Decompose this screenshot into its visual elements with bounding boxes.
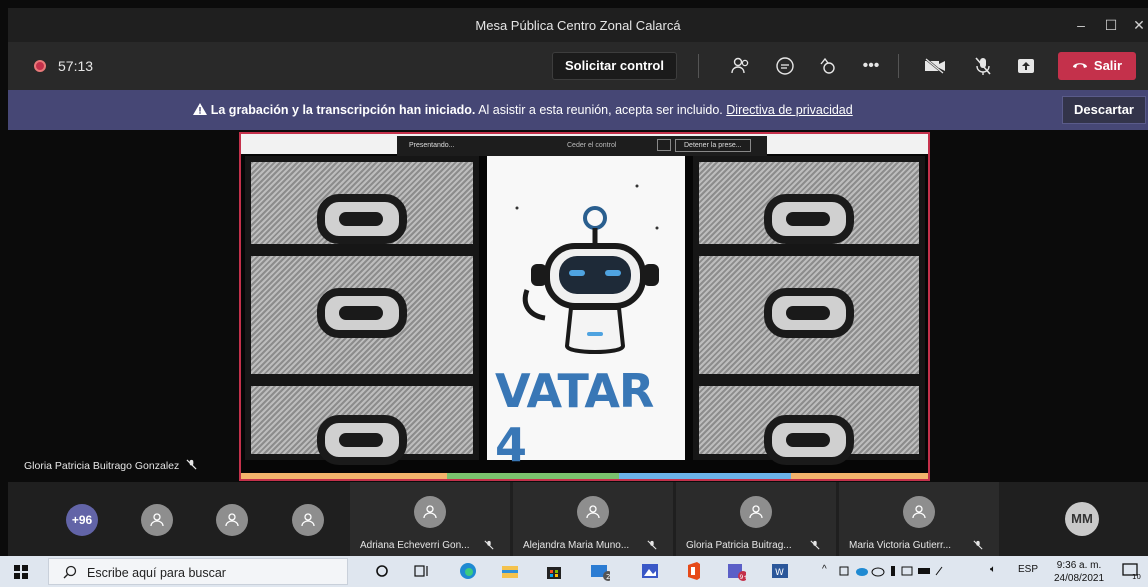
file-explorer-icon[interactable]	[500, 561, 520, 581]
windows-taskbar: Escribe aquí para buscar 2 9+ W ^ 🔈︎ ESP…	[0, 556, 1148, 587]
mail-icon[interactable]: 2	[590, 561, 610, 581]
participant-avatar	[740, 496, 772, 528]
slide-thumbnail	[693, 156, 925, 250]
participant-initials-avatar[interactable]: MM	[1065, 502, 1099, 536]
participant-tile[interactable]: Alejandra Maria Muno...	[513, 482, 673, 556]
meeting-timer: 57:13	[58, 58, 94, 74]
slide-thumbnail	[245, 156, 479, 250]
participants-strip: +96 Adriana Echeverri Gon... Alejandra M…	[8, 482, 1148, 556]
participant-avatar[interactable]	[216, 504, 248, 536]
participant-avatar[interactable]	[141, 504, 173, 536]
presenting-label: Presentando...	[409, 142, 455, 149]
give-control-dropdown: Ceder el control	[567, 142, 617, 149]
taskbar-search[interactable]: Escribe aquí para buscar	[48, 558, 348, 585]
stop-presenting-button: Detener la prese...	[675, 139, 751, 152]
toolbar-divider	[898, 54, 899, 78]
presenter-toolbar: Presentando... Ceder el control Detener …	[397, 136, 767, 156]
minimize-icon[interactable]: –	[1070, 14, 1092, 36]
clock-time: 9:36 a. m.	[1056, 560, 1102, 571]
robot-logo	[515, 184, 659, 354]
mic-muted-icon	[647, 540, 657, 550]
dismiss-button[interactable]: Descartar	[1062, 96, 1146, 124]
avatar-slide: VATAR 4	[487, 156, 685, 472]
notification-count: 10	[1132, 573, 1141, 580]
clock-date: 24/08/2021	[1054, 573, 1105, 584]
slide-thumbnail	[693, 380, 925, 466]
warning-icon	[193, 103, 210, 117]
participant-name: Maria Victoria Gutierr...	[849, 540, 952, 551]
participant-name: Gloria Patricia Buitrag...	[686, 540, 792, 551]
close-icon[interactable]: ✕	[1128, 14, 1148, 36]
participant-avatar	[414, 496, 446, 528]
office-icon[interactable]	[684, 561, 704, 581]
search-icon	[63, 565, 77, 579]
window-toggle-icon	[657, 139, 671, 151]
photos-icon[interactable]	[640, 561, 660, 581]
task-view-icon[interactable]	[412, 561, 432, 581]
taskbar-clock[interactable]: 9:36 a. m. 24/08/2021	[1054, 559, 1104, 585]
participant-avatar	[903, 496, 935, 528]
leave-button[interactable]: Salir	[1058, 52, 1136, 80]
more-options-icon[interactable]: •••	[858, 54, 884, 78]
word-icon[interactable]: W	[770, 561, 790, 581]
volume-icon[interactable]: 🔈︎	[990, 564, 996, 575]
presenter-name: Gloria Patricia Buitrago Gonzalez	[24, 460, 180, 472]
tray-chevron-icon[interactable]: ^	[822, 564, 827, 575]
participants-icon[interactable]	[728, 54, 754, 78]
slide-thumbnail	[245, 380, 479, 466]
meeting-stage: Presentando... Ceder el control Detener …	[8, 130, 1148, 482]
mic-muted-icon	[186, 459, 197, 470]
cortana-icon[interactable]	[372, 561, 392, 581]
participant-name: Alejandra Maria Muno...	[523, 540, 630, 551]
participant-tile[interactable]: Maria Victoria Gutierr...	[839, 482, 999, 556]
slide-thumbnail	[245, 250, 479, 380]
participant-avatar	[577, 496, 609, 528]
color-strip	[241, 473, 928, 479]
recording-banner: La grabación y la transcripción han inic…	[8, 90, 1148, 130]
hang-up-icon	[1072, 52, 1088, 80]
participant-name: Adriana Echeverri Gon...	[360, 540, 470, 551]
maximize-icon[interactable]: ☐	[1100, 14, 1122, 36]
mic-muted-icon	[484, 540, 494, 550]
avatar-logo-text: VATAR 4	[495, 364, 654, 472]
banner-text: Al asistir a esta reunión, acepta ser in…	[478, 103, 723, 117]
share-tray-icon[interactable]	[1013, 54, 1039, 78]
more-participants-badge[interactable]: +96	[66, 504, 98, 536]
participant-tile[interactable]: Adriana Echeverri Gon...	[350, 482, 510, 556]
toolbar-divider	[698, 54, 699, 78]
presenter-label: Gloria Patricia Buitrago Gonzalez	[24, 459, 197, 472]
slide-thumbnail	[693, 250, 925, 380]
search-placeholder: Escribe aquí para buscar	[87, 566, 226, 580]
chat-icon[interactable]	[772, 54, 798, 78]
banner-bold-text: La grabación y la transcripción han inic…	[210, 103, 476, 117]
window-title-bar: Mesa Pública Centro Zonal Calarcá – ☐ ✕	[8, 8, 1148, 42]
shared-screen: Presentando... Ceder el control Detener …	[239, 132, 930, 481]
windows-start-icon[interactable]	[14, 565, 28, 579]
window-title: Mesa Pública Centro Zonal Calarcá	[475, 18, 681, 33]
edge-icon[interactable]	[458, 561, 478, 581]
recording-icon	[34, 60, 46, 72]
participant-tile[interactable]: Gloria Patricia Buitrag...	[676, 482, 836, 556]
teams-icon[interactable]: 9+	[726, 561, 746, 581]
store-icon[interactable]	[544, 561, 564, 581]
meeting-toolbar: 57:13 Solicitar control ••• Salir	[8, 42, 1148, 90]
camera-off-icon[interactable]	[922, 54, 948, 78]
mail-badge-count: 2	[606, 573, 610, 581]
teams-badge-count: 9+	[740, 574, 747, 581]
leave-label: Salir	[1093, 58, 1123, 73]
request-control-button[interactable]: Solicitar control	[552, 52, 677, 80]
mic-off-icon[interactable]	[970, 54, 996, 78]
mic-muted-icon	[973, 540, 983, 550]
notifications-icon[interactable]: 10	[1122, 561, 1142, 581]
reactions-icon[interactable]	[814, 54, 840, 78]
participant-avatar[interactable]	[292, 504, 324, 536]
privacy-policy-link[interactable]: Directiva de privacidad	[726, 103, 852, 117]
svg-text:W: W	[775, 568, 784, 578]
tray-icons[interactable]	[838, 564, 948, 578]
language-indicator[interactable]: ESP	[1018, 564, 1038, 575]
banner-message: La grabación y la transcripción han inic…	[8, 103, 1038, 117]
mic-muted-icon	[810, 540, 820, 550]
